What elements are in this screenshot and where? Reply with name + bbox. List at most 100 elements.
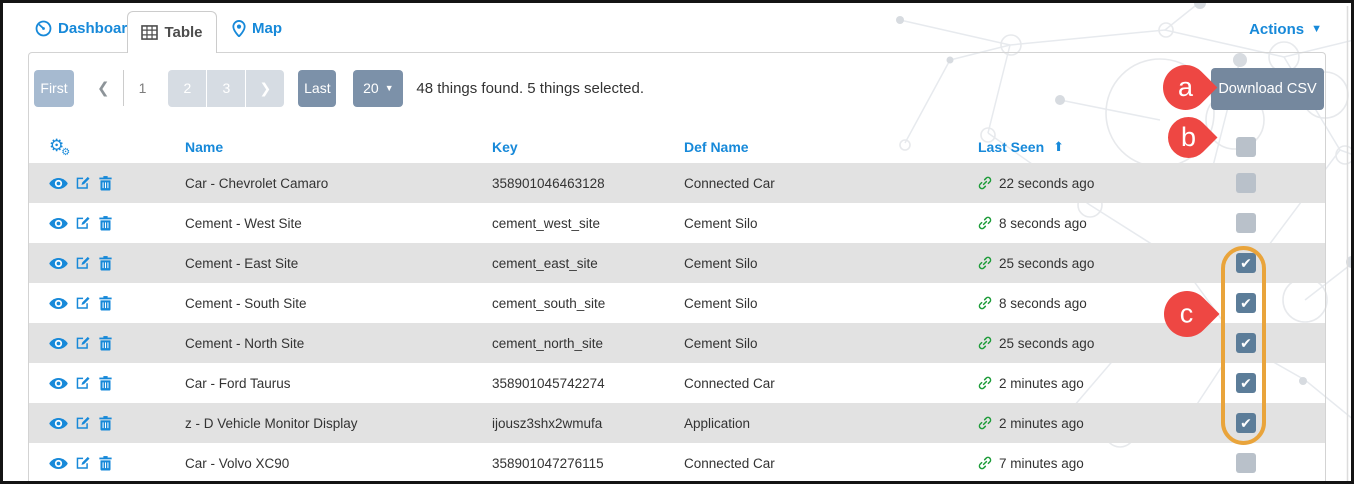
table-row: Car - Chevrolet Camaro 358901046463128 C…	[29, 163, 1325, 203]
edit-icon[interactable]	[76, 216, 91, 230]
cell-def-name: Connected Car	[684, 176, 978, 191]
cell-key: cement_south_site	[492, 296, 684, 311]
page-size-dropdown[interactable]: 20 ▼	[353, 70, 403, 107]
table-grid-icon	[141, 25, 158, 40]
column-header-def-name[interactable]: Def Name	[684, 139, 978, 155]
pagination-next-button[interactable]: ❯	[246, 70, 284, 107]
cell-name: Car - Chevrolet Camaro	[185, 176, 492, 191]
delete-icon[interactable]	[99, 376, 112, 391]
connected-link-icon	[978, 456, 992, 470]
actions-menu-button[interactable]: Actions ▼	[1249, 21, 1322, 38]
cell-name: Cement - North Site	[185, 336, 492, 351]
view-icon[interactable]	[49, 337, 68, 350]
connected-link-icon	[978, 376, 992, 390]
table-row: Cement - West Site cement_west_site Ceme…	[29, 203, 1325, 243]
column-header-name[interactable]: Name	[185, 139, 492, 155]
view-icon[interactable]	[49, 257, 68, 270]
tab-table[interactable]: Table	[127, 11, 217, 53]
cell-def-name: Cement Silo	[684, 216, 978, 231]
table-panel: First ❮ 1 2 3 ❯ Last 20 ▼ 48 things foun…	[28, 52, 1326, 484]
pagination-prev-button[interactable]: ❮	[97, 79, 110, 97]
delete-icon[interactable]	[99, 456, 112, 471]
pagination-divider	[123, 70, 124, 106]
delete-icon[interactable]	[99, 296, 112, 311]
tab-map[interactable]: Map	[232, 20, 282, 37]
cell-name: Cement - West Site	[185, 216, 492, 231]
cell-last-seen: 8 seconds ago	[999, 296, 1087, 311]
actions-menu-label: Actions	[1249, 21, 1304, 38]
results-summary: 48 things found. 5 things selected.	[416, 80, 644, 97]
cell-last-seen: 25 seconds ago	[999, 256, 1094, 271]
delete-icon[interactable]	[99, 416, 112, 431]
connected-link-icon	[978, 416, 992, 430]
table-row: Cement - North Site cement_north_site Ce…	[29, 323, 1325, 363]
cell-name: z - D Vehicle Monitor Display	[185, 416, 492, 431]
row-checkbox[interactable]: ✔	[1236, 413, 1256, 433]
cell-key: cement_west_site	[492, 216, 684, 231]
map-pin-icon	[232, 20, 246, 37]
row-checkbox[interactable]: ✔	[1236, 373, 1256, 393]
cell-def-name: Cement Silo	[684, 296, 978, 311]
connected-link-icon	[978, 336, 992, 350]
table-row: Car - Volvo XC90 358901047276115 Connect…	[29, 443, 1325, 483]
table-row: Cement - East Site cement_east_site Ceme…	[29, 243, 1325, 283]
edit-icon[interactable]	[76, 336, 91, 350]
pagination-last-button[interactable]: Last	[298, 70, 336, 107]
cell-def-name: Cement Silo	[684, 256, 978, 271]
column-settings-gears-icon[interactable]: ⚙⚙	[49, 137, 70, 158]
cell-key: cement_north_site	[492, 336, 684, 351]
cell-key: 358901047276115	[492, 456, 684, 471]
edit-icon[interactable]	[76, 176, 91, 190]
pagination-current-page: 1	[139, 80, 147, 96]
tab-dashboard-label: Dashboard	[58, 20, 136, 37]
delete-icon[interactable]	[99, 336, 112, 351]
view-icon[interactable]	[49, 177, 68, 190]
tab-bar: Dashboard Table Map Actions ▼	[0, 0, 1354, 53]
view-icon[interactable]	[49, 377, 68, 390]
pagination-first-button[interactable]: First	[34, 70, 74, 107]
pagination-page-group: 2 3 ❯	[168, 70, 284, 107]
cell-name: Car - Volvo XC90	[185, 456, 492, 471]
cell-def-name: Application	[684, 416, 978, 431]
row-checkbox[interactable]	[1236, 173, 1256, 193]
connected-link-icon	[978, 176, 992, 190]
tab-dashboard[interactable]: Dashboard	[35, 20, 136, 37]
view-icon[interactable]	[49, 457, 68, 470]
pagination-page-3-button[interactable]: 3	[207, 70, 245, 107]
cell-last-seen: 2 minutes ago	[999, 376, 1084, 391]
table-body: Car - Chevrolet Camaro 358901046463128 C…	[29, 163, 1325, 483]
column-header-key[interactable]: Key	[492, 139, 684, 155]
cell-last-seen: 7 minutes ago	[999, 456, 1084, 471]
row-checkbox[interactable]	[1236, 213, 1256, 233]
view-icon[interactable]	[49, 417, 68, 430]
connected-link-icon	[978, 296, 992, 310]
pagination-page-2-button[interactable]: 2	[168, 70, 206, 107]
chevron-down-icon: ▼	[1311, 24, 1322, 35]
cell-last-seen: 25 seconds ago	[999, 336, 1094, 351]
view-icon[interactable]	[49, 297, 68, 310]
tab-table-label: Table	[164, 24, 202, 41]
row-checkbox[interactable]: ✔	[1236, 293, 1256, 313]
edit-icon[interactable]	[76, 416, 91, 430]
select-all-checkbox[interactable]	[1236, 137, 1256, 157]
page-size-value: 20	[363, 80, 379, 96]
edit-icon[interactable]	[76, 296, 91, 310]
table-header: ⚙⚙ Name Key Def Name Last Seen⬆	[29, 131, 1325, 163]
table-row: Car - Ford Taurus 358901045742274 Connec…	[29, 363, 1325, 403]
edit-icon[interactable]	[76, 256, 91, 270]
tab-map-label: Map	[252, 20, 282, 37]
delete-icon[interactable]	[99, 176, 112, 191]
download-csv-button[interactable]: Download CSV	[1211, 68, 1324, 110]
view-icon[interactable]	[49, 217, 68, 230]
edit-icon[interactable]	[76, 456, 91, 470]
row-checkbox[interactable]	[1236, 453, 1256, 473]
cell-key: 358901045742274	[492, 376, 684, 391]
delete-icon[interactable]	[99, 216, 112, 231]
cell-def-name: Connected Car	[684, 456, 978, 471]
table-row: Cement - South Site cement_south_site Ce…	[29, 283, 1325, 323]
row-checkbox[interactable]: ✔	[1236, 333, 1256, 353]
row-checkbox[interactable]: ✔	[1236, 253, 1256, 273]
edit-icon[interactable]	[76, 376, 91, 390]
delete-icon[interactable]	[99, 256, 112, 271]
chevron-down-icon: ▼	[385, 84, 394, 93]
